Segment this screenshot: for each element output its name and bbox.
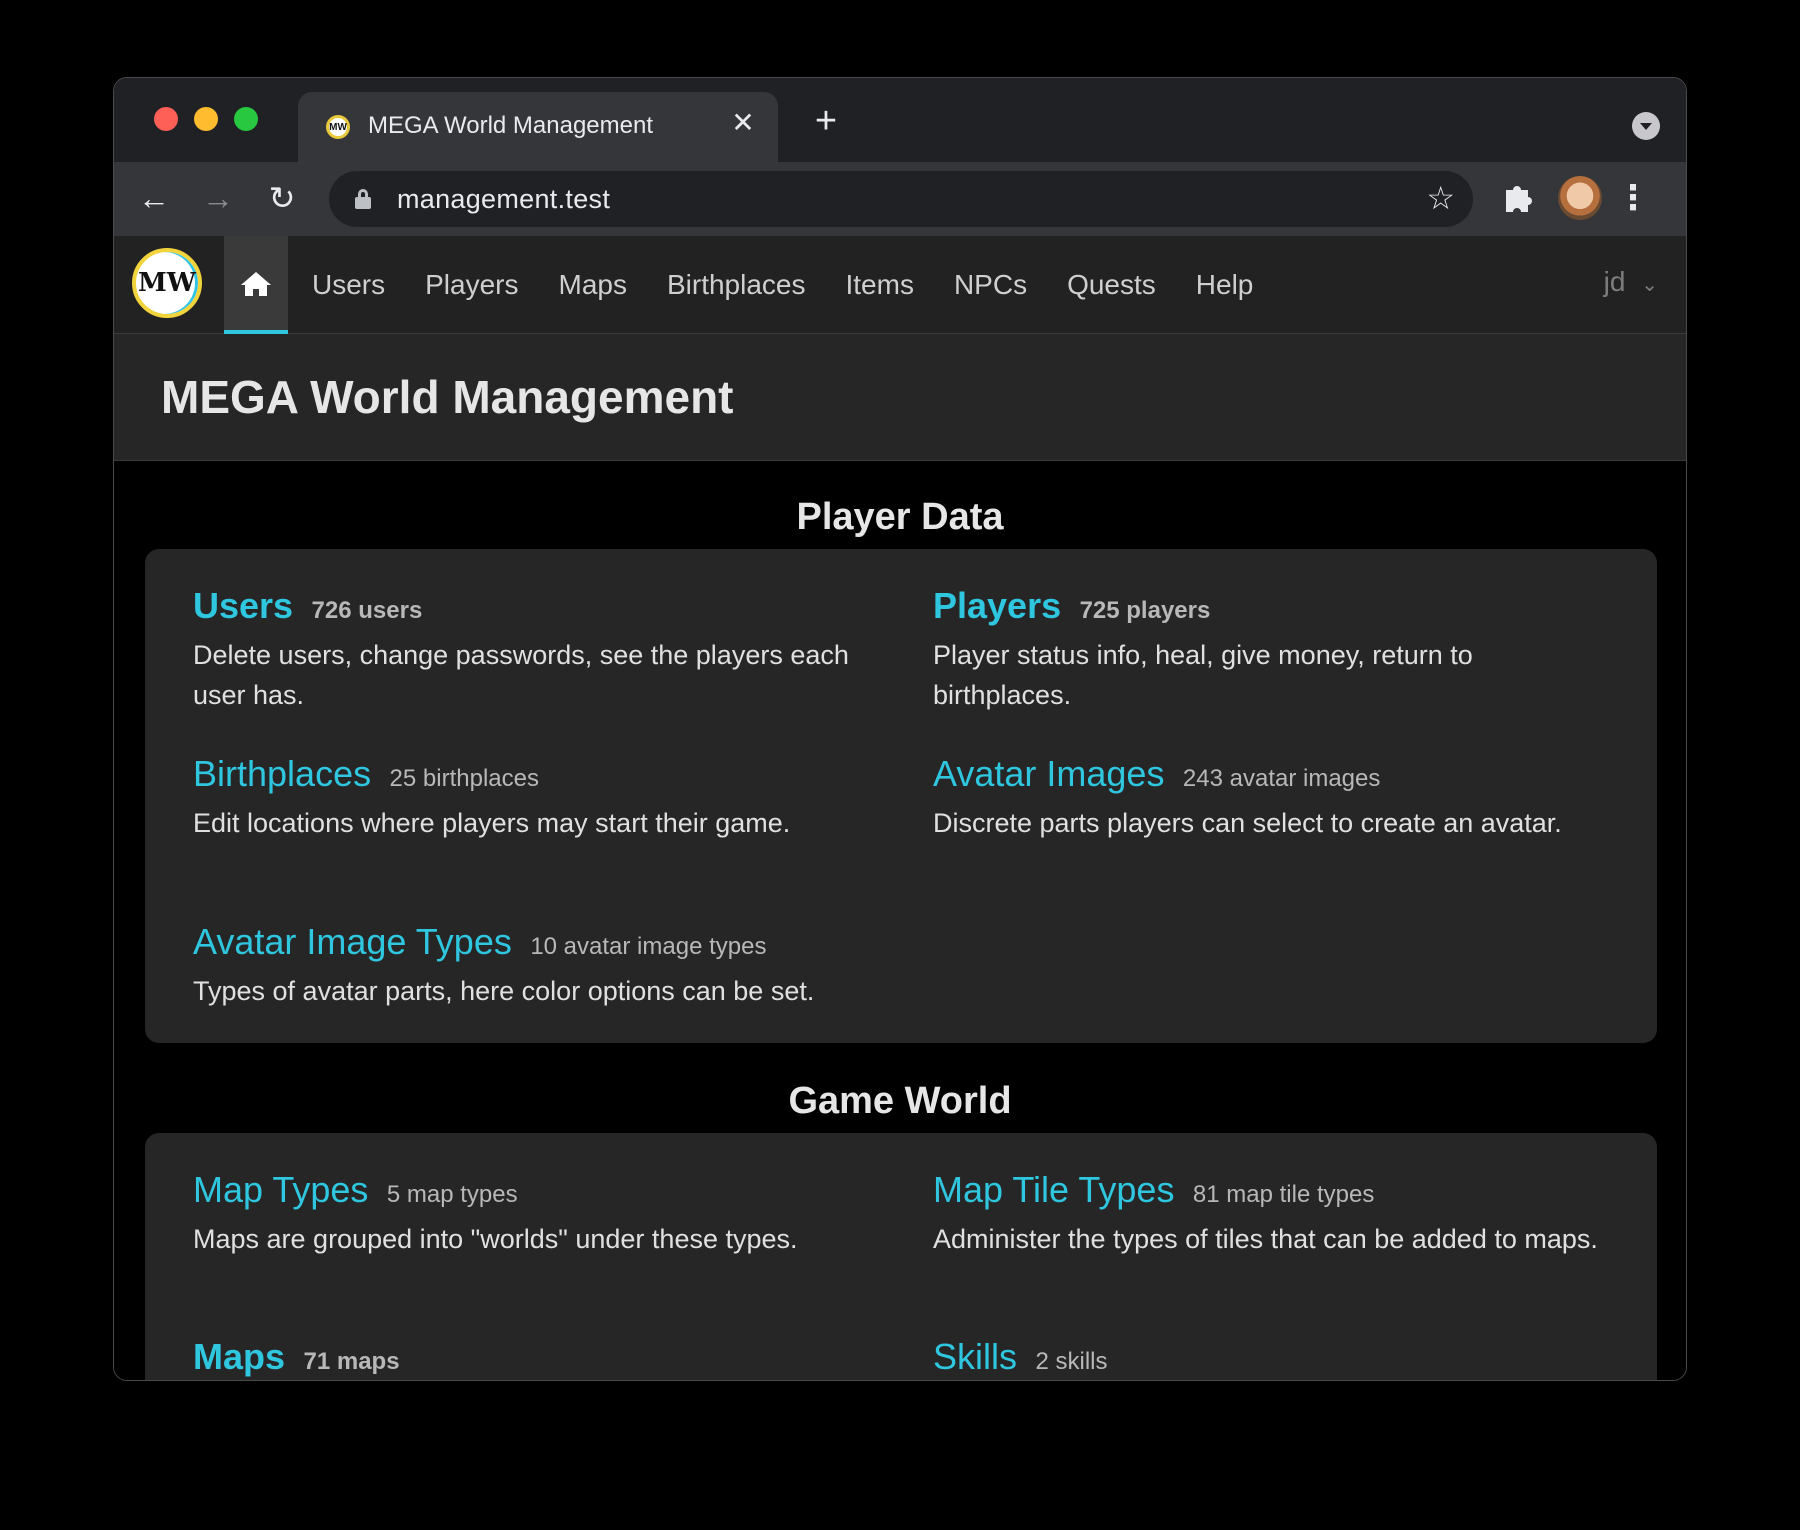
skills-link[interactable]: Skills [933, 1336, 1017, 1377]
entry-avatar-images: Avatar Images 243 avatar images Discrete… [933, 753, 1613, 843]
users-description: Delete users, change passwords, see the … [193, 640, 849, 710]
tab-strip: MW MEGA World Management ✕ + [114, 78, 1686, 162]
players-link[interactable]: Players [933, 585, 1061, 626]
avatar-images-count: 243 avatar images [1182, 765, 1381, 792]
birthplaces-description: Edit locations where players may start t… [193, 808, 791, 838]
url-text[interactable]: management.test [397, 184, 610, 215]
back-arrow-icon[interactable]: ← [132, 176, 176, 220]
close-window-button[interactable] [154, 107, 178, 131]
player-data-card: Users 726 users Delete users, change pas… [145, 549, 1657, 1043]
browser-toolbar: ← → ↻ management.test ☆ ⋮ [114, 162, 1686, 236]
nav-link-users[interactable]: Users [292, 269, 405, 301]
nav-link-quests[interactable]: Quests [1047, 269, 1176, 301]
bookmark-star-icon[interactable]: ☆ [1426, 179, 1455, 217]
game-world-card: Map Types 5 map types Maps are grouped i… [145, 1133, 1657, 1380]
nav-link-items[interactable]: Items [825, 269, 933, 301]
entry-birthplaces: Birthplaces 25 birthplaces Edit location… [193, 753, 873, 843]
skills-count: 2 skills [1035, 1348, 1108, 1375]
forward-arrow-icon[interactable]: → [196, 176, 240, 220]
site-logo[interactable]: MW [132, 248, 202, 318]
nav-link-npcs[interactable]: NPCs [934, 269, 1047, 301]
maps-count: 71 maps [303, 1348, 400, 1375]
birthplaces-count: 25 birthplaces [389, 765, 539, 792]
map-tile-types-description: Administer the types of tiles that can b… [933, 1224, 1598, 1254]
home-icon [241, 272, 271, 296]
birthplaces-link[interactable]: Birthplaces [193, 753, 371, 794]
avatar-images-description: Discrete parts players can select to cre… [933, 808, 1562, 838]
chevron-down-icon: ⌄ [1641, 274, 1658, 296]
users-link[interactable]: Users [193, 585, 293, 626]
page-header: MEGA World Management [114, 334, 1686, 461]
address-bar[interactable]: management.test ☆ [329, 171, 1473, 227]
entry-map-types: Map Types 5 map types Maps are grouped i… [193, 1169, 873, 1259]
avatar-image-types-count: 10 avatar image types [530, 933, 767, 960]
section-title-game-world: Game World [788, 1080, 1012, 1122]
map-tile-types-count: 81 map tile types [1192, 1181, 1375, 1208]
favicon-icon: MW [326, 115, 350, 139]
avatar-image-types-link[interactable]: Avatar Image Types [193, 921, 512, 962]
entry-skills: Skills 2 skills [933, 1336, 1613, 1378]
tab-title: MEGA World Management [368, 112, 654, 139]
tab-search-icon[interactable] [1632, 112, 1660, 140]
map-types-link[interactable]: Map Types [193, 1169, 368, 1210]
close-tab-icon[interactable]: ✕ [726, 106, 760, 140]
user-initials: jd [1603, 266, 1626, 297]
map-types-count: 5 map types [386, 1181, 518, 1208]
map-types-description: Maps are grouped into "worlds" under the… [193, 1224, 798, 1254]
nav-link-birthplaces[interactable]: Birthplaces [647, 269, 826, 301]
players-count: 725 players [1079, 597, 1211, 624]
avatar-image-types-description: Types of avatar parts, here color option… [193, 976, 815, 1006]
entry-users: Users 726 users Delete users, change pas… [193, 585, 873, 715]
lock-icon [355, 189, 371, 209]
entry-avatar-image-types: Avatar Image Types 10 avatar image types… [193, 921, 953, 1011]
section-title-player-data: Player Data [796, 496, 1004, 538]
entry-map-tile-types: Map Tile Types 81 map tile types Adminis… [933, 1169, 1613, 1259]
browser-menu-icon[interactable]: ⋮ [1616, 176, 1650, 220]
nav-link-help[interactable]: Help [1176, 269, 1274, 301]
entry-maps: Maps 71 maps [193, 1336, 873, 1378]
nav-link-players[interactable]: Players [405, 269, 538, 301]
extensions-puzzle-icon[interactable] [1500, 180, 1536, 216]
reload-icon[interactable]: ↻ [260, 176, 304, 220]
new-tab-icon[interactable]: + [806, 102, 846, 142]
profile-avatar[interactable] [1558, 176, 1602, 220]
nav-home[interactable] [224, 236, 288, 334]
players-description: Player status info, heal, give money, re… [933, 640, 1473, 710]
page-title: MEGA World Management [161, 371, 734, 423]
users-count: 726 users [311, 597, 423, 624]
page-content: MW Users Players Maps Birthplaces Items … [114, 236, 1686, 1380]
entry-players: Players 725 players Player status info, … [933, 585, 1613, 715]
nav-links: Users Players Maps Birthplaces Items NPC… [292, 236, 1273, 334]
site-navbar: MW Users Players Maps Birthplaces Items … [114, 236, 1686, 334]
user-menu[interactable]: jd ⌄ [1604, 266, 1658, 298]
browser-tab[interactable]: MW MEGA World Management ✕ [298, 92, 778, 162]
maximize-window-button[interactable] [234, 107, 258, 131]
avatar-images-link[interactable]: Avatar Images [933, 753, 1164, 794]
maps-link[interactable]: Maps [193, 1336, 285, 1377]
nav-link-maps[interactable]: Maps [539, 269, 647, 301]
map-tile-types-link[interactable]: Map Tile Types [933, 1169, 1174, 1210]
browser-window: MW MEGA World Management ✕ + ← → ↻ manag… [113, 77, 1687, 1381]
minimize-window-button[interactable] [194, 107, 218, 131]
